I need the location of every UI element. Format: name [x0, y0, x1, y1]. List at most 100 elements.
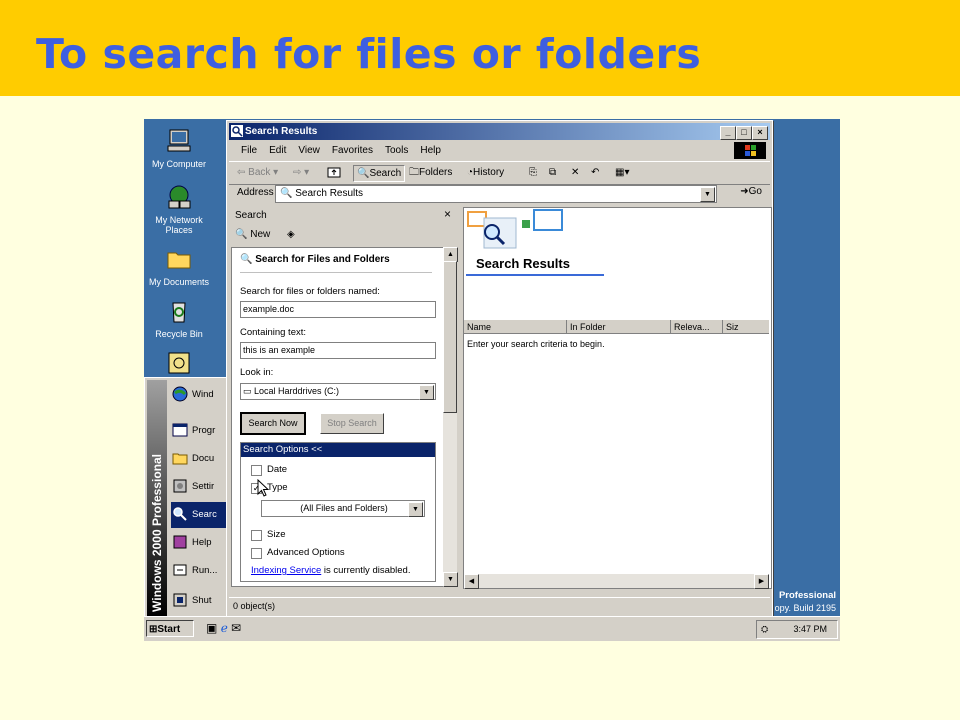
- undo-button[interactable]: ↶: [591, 165, 599, 181]
- containing-text-input[interactable]: this is an example: [240, 342, 436, 359]
- date-label: Date: [267, 464, 288, 475]
- start-menu-item-run[interactable]: Run...: [171, 558, 227, 584]
- start-menu-item-documents[interactable]: Docu: [171, 446, 227, 472]
- start-menu: Windows 2000 Professional Wind Progr Doc…: [144, 377, 228, 619]
- taskbar-buttons-area: [296, 620, 696, 637]
- file-type-dropdown-button[interactable]: ▼: [408, 502, 423, 517]
- status-bar: 0 object(s): [229, 597, 770, 614]
- screenshot: My Computer My Network Places My Documen…: [144, 119, 840, 641]
- file-name-input[interactable]: example.doc: [240, 301, 436, 318]
- results-horizontal-scrollbar[interactable]: ◀ ▶: [464, 574, 769, 589]
- scroll-right-button[interactable]: ▶: [754, 574, 769, 589]
- start-menu-banner: Windows 2000 Professional: [147, 380, 167, 616]
- slide-title: To search for files or folders: [36, 30, 702, 78]
- desktop-icon-recycle-bin[interactable]: Recycle Bin: [144, 297, 214, 339]
- new-search-button[interactable]: 🔍 New: [235, 229, 270, 240]
- start-menu-item-programs[interactable]: Progr: [171, 418, 227, 444]
- desktop-icon-network[interactable]: My Network Places: [144, 183, 214, 235]
- search-pane: Search × 🔍 New ◈ 🔍 Search for Files and …: [229, 207, 458, 587]
- tray-icon[interactable]: ⛭: [757, 624, 768, 634]
- scroll-thumb[interactable]: [443, 261, 457, 413]
- settings-icon: [173, 479, 187, 493]
- system-tray: ⛭ 3:47 PM: [756, 620, 838, 639]
- address-label: Address: [237, 187, 274, 198]
- up-folder-icon: [327, 167, 341, 178]
- move-to-button[interactable]: ⎘: [529, 165, 537, 181]
- address-icon: 🔍: [280, 188, 293, 199]
- search-pane-scrollbar[interactable]: ▲ ▼: [443, 247, 458, 587]
- column-relevance[interactable]: Releva...: [671, 320, 723, 334]
- start-menu-item-help[interactable]: Help: [171, 530, 227, 556]
- start-menu-item-windows-update[interactable]: Wind: [171, 382, 227, 408]
- search-toolbar-button[interactable]: 🔍Search: [353, 165, 406, 182]
- menu-help[interactable]: Help: [414, 142, 447, 159]
- address-input[interactable]: 🔍 Search Results ▼: [275, 185, 717, 203]
- maximize-button[interactable]: □: [736, 126, 752, 140]
- results-title: Search Results: [476, 256, 570, 271]
- menu-view[interactable]: View: [292, 142, 326, 159]
- go-button[interactable]: ➜Go: [740, 186, 762, 197]
- search-options-header[interactable]: Search Options <<: [241, 443, 435, 457]
- column-name[interactable]: Name: [464, 320, 567, 334]
- minimize-button[interactable]: _: [720, 126, 736, 140]
- desktop-icon-my-computer[interactable]: My Computer: [144, 127, 214, 169]
- look-in-select[interactable]: ▭ Local Harddrives (C:) ▼: [240, 383, 436, 400]
- move-to-icon: ⎘: [529, 167, 537, 178]
- indexing-service-link[interactable]: Indexing Service: [251, 565, 321, 576]
- start-button[interactable]: ⊞Start: [146, 620, 194, 637]
- menu-favorites[interactable]: Favorites: [326, 142, 379, 159]
- search-now-button[interactable]: Search Now: [240, 412, 306, 435]
- size-checkbox[interactable]: [251, 530, 262, 541]
- menu-tools[interactable]: Tools: [379, 142, 414, 159]
- file-type-select[interactable]: (All Files and Folders) ▼: [261, 500, 425, 517]
- copy-to-icon: ⧉: [549, 167, 557, 178]
- close-button[interactable]: ×: [752, 126, 768, 140]
- forward-button[interactable]: ⇨ ▾: [293, 165, 309, 181]
- internet-explorer-icon[interactable]: ℯ: [221, 621, 228, 635]
- window-titlebar[interactable]: Search Results _ □ ×: [229, 123, 770, 140]
- mouse-pointer-icon: [257, 479, 270, 497]
- start-menu-item-shutdown[interactable]: Shut: [171, 588, 227, 614]
- desktop-icon-my-documents[interactable]: My Documents: [144, 245, 214, 287]
- advanced-options-checkbox[interactable]: [251, 548, 262, 559]
- address-dropdown-button[interactable]: ▼: [700, 187, 715, 202]
- column-size[interactable]: Siz: [723, 320, 769, 334]
- column-in-folder[interactable]: In Folder: [567, 320, 671, 334]
- show-desktop-icon[interactable]: ▣: [206, 621, 217, 635]
- scroll-up-button[interactable]: ▲: [443, 247, 458, 262]
- taskbar: ⊞Start ▣ ℯ ✉ ⛭ 3:47 PM: [144, 616, 840, 641]
- back-button[interactable]: ⇦ Back ▾: [237, 165, 278, 181]
- undo-icon: ↶: [591, 167, 600, 178]
- search-pane-close-icon[interactable]: ×: [444, 207, 451, 221]
- outlook-express-icon[interactable]: ✉: [231, 621, 241, 635]
- folders-button[interactable]: 🗀Folders: [409, 165, 452, 181]
- status-text: 0 object(s): [233, 601, 276, 611]
- standard-toolbar: ⇦ Back ▾ ⇨ ▾ 🔍Search 🗀Folders ◔History ⎘…: [229, 161, 770, 185]
- results-title-underline: [466, 274, 604, 276]
- scroll-down-button[interactable]: ▼: [443, 572, 458, 587]
- lookin-label: Look in:: [240, 367, 274, 378]
- up-folder-button[interactable]: [327, 165, 341, 181]
- stop-search-button[interactable]: Stop Search: [320, 413, 384, 434]
- search-assistant-icon[interactable]: ◈: [287, 229, 295, 240]
- look-in-dropdown-button[interactable]: ▼: [419, 385, 434, 400]
- start-menu-item-settings[interactable]: Settir: [171, 474, 227, 500]
- date-checkbox[interactable]: [251, 465, 262, 476]
- watermark-edition: Professional: [778, 590, 836, 601]
- menu-edit[interactable]: Edit: [263, 142, 292, 159]
- scroll-left-button[interactable]: ◀: [464, 574, 479, 589]
- delete-button[interactable]: ✕: [571, 165, 579, 181]
- history-button[interactable]: ◔History: [467, 165, 504, 181]
- clock: 3:47 PM: [793, 624, 827, 634]
- search-results-window: Search Results _ □ × File Edit View Favorit…: [226, 120, 773, 617]
- network-icon: [168, 185, 191, 209]
- menu-file[interactable]: File: [235, 142, 263, 159]
- new-search-icon: 🔍: [235, 229, 248, 240]
- views-icon: ▦▾: [615, 167, 630, 178]
- copy-to-button[interactable]: ⧉: [549, 165, 556, 181]
- search-window-icon: [231, 125, 243, 137]
- start-menu-item-search[interactable]: Searc: [171, 502, 227, 528]
- computer-icon: [167, 129, 191, 152]
- search-pane-header: Search: [235, 210, 267, 221]
- views-button[interactable]: ▦▾: [615, 165, 629, 181]
